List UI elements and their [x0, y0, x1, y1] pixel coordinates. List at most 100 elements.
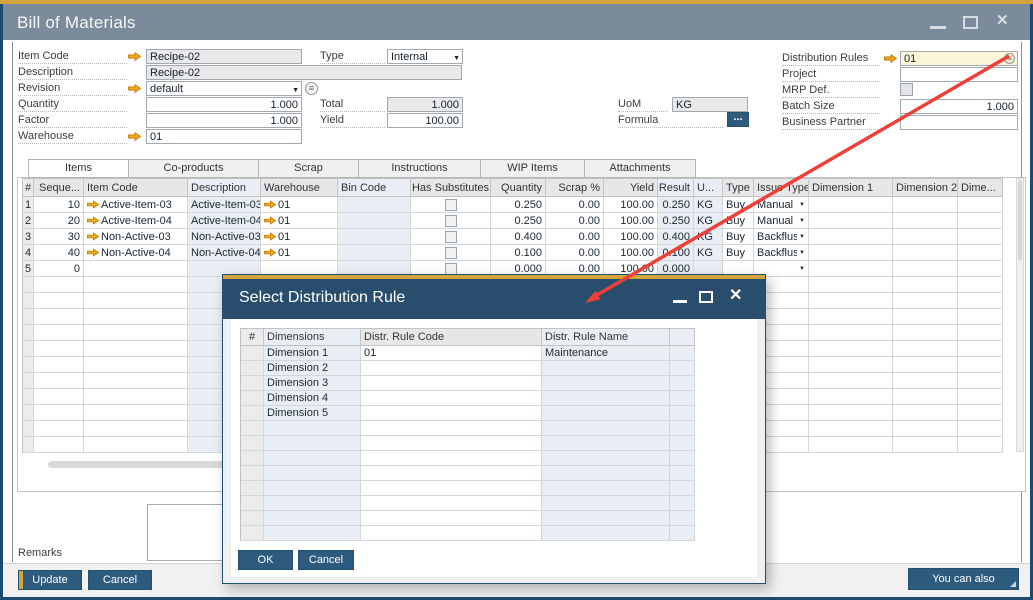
- row-number-cell[interactable]: [23, 421, 34, 437]
- extra-cell[interactable]: [670, 361, 695, 376]
- row-number-cell[interactable]: [241, 376, 264, 391]
- sequence-cell[interactable]: [34, 389, 84, 405]
- table-row[interactable]: [241, 511, 695, 526]
- dimensions-cell[interactable]: [264, 466, 361, 481]
- type-cell[interactable]: Buy: [723, 213, 754, 229]
- row-number-cell[interactable]: 5: [23, 261, 34, 277]
- mrp-def-checkbox[interactable]: [900, 83, 913, 96]
- sequence-cell[interactable]: [34, 437, 84, 453]
- maximize-icon[interactable]: [699, 291, 713, 303]
- rule-code-cell[interactable]: [361, 451, 542, 466]
- type-cell[interactable]: Buy: [723, 229, 754, 245]
- sequence-cell[interactable]: [34, 421, 84, 437]
- row-number-cell[interactable]: [23, 405, 34, 421]
- rule-code-cell[interactable]: [361, 421, 542, 436]
- edit-list-icon[interactable]: ≡: [305, 82, 318, 95]
- selection-list-icon[interactable]: ≡: [1004, 53, 1015, 64]
- item-code-cell[interactable]: Active-Item-03: [84, 197, 188, 213]
- item-code-cell[interactable]: [84, 309, 188, 325]
- cancel-button[interactable]: Cancel: [88, 570, 152, 590]
- bin-code-cell[interactable]: [338, 213, 411, 229]
- tab-items[interactable]: Items: [28, 159, 129, 178]
- item-code-field[interactable]: Recipe-02: [146, 49, 302, 64]
- issue-type-cell[interactable]: Backflush▼: [754, 245, 809, 261]
- batch-size-field[interactable]: 1.000: [900, 99, 1018, 114]
- item-code-cell[interactable]: [84, 389, 188, 405]
- row-number-cell[interactable]: 1: [23, 197, 34, 213]
- rule-name-cell[interactable]: [542, 361, 670, 376]
- item-code-cell[interactable]: [84, 325, 188, 341]
- extra-cell[interactable]: [670, 511, 695, 526]
- link-arrow-icon[interactable]: [128, 84, 141, 93]
- dialog-cancel-button[interactable]: Cancel: [298, 550, 354, 570]
- type-cell[interactable]: Buy: [723, 245, 754, 261]
- rule-code-cell[interactable]: [361, 361, 542, 376]
- formula-button[interactable]: ...: [727, 112, 749, 127]
- row-number-cell[interactable]: [241, 406, 264, 421]
- item-code-cell[interactable]: Non-Active-03: [84, 229, 188, 245]
- extra-cell[interactable]: [670, 376, 695, 391]
- dimensions-cell[interactable]: [264, 526, 361, 541]
- rule-name-cell[interactable]: [542, 406, 670, 421]
- factor-field[interactable]: 1.000: [146, 113, 302, 128]
- rule-name-cell[interactable]: [542, 451, 670, 466]
- table-row[interactable]: 110Active-Item-03Active-Item-03010.2500.…: [23, 197, 1003, 213]
- sequence-cell[interactable]: [34, 325, 84, 341]
- dimensions-cell[interactable]: Dimension 5: [264, 406, 361, 421]
- dimensions-cell[interactable]: Dimension 1: [264, 346, 361, 361]
- extra-cell[interactable]: [670, 451, 695, 466]
- warehouse-cell[interactable]: 01: [261, 229, 338, 245]
- sequence-cell[interactable]: [34, 373, 84, 389]
- rule-name-cell[interactable]: [542, 511, 670, 526]
- link-arrow-icon[interactable]: [128, 132, 141, 141]
- result-cell[interactable]: 0.250: [658, 197, 694, 213]
- dimension1-cell[interactable]: [809, 197, 893, 213]
- dimension1-cell[interactable]: [809, 389, 893, 405]
- dropdown-arrow-icon[interactable]: ▼: [799, 202, 805, 208]
- has-substitutes-cell[interactable]: [411, 245, 491, 261]
- business-partner-field[interactable]: [900, 115, 1018, 130]
- dimension3-cell[interactable]: [958, 325, 1003, 341]
- extra-cell[interactable]: [670, 391, 695, 406]
- row-number-cell[interactable]: [241, 361, 264, 376]
- link-arrow-icon[interactable]: [128, 52, 141, 61]
- table-row[interactable]: [241, 436, 695, 451]
- rule-code-cell[interactable]: [361, 481, 542, 496]
- dimension1-cell[interactable]: [809, 325, 893, 341]
- warehouse-cell[interactable]: 01: [261, 197, 338, 213]
- sequence-cell[interactable]: [34, 309, 84, 325]
- link-arrow-icon[interactable]: [264, 232, 276, 241]
- extra-cell[interactable]: [670, 346, 695, 361]
- uom-cell[interactable]: KG: [694, 213, 723, 229]
- link-arrow-icon[interactable]: [87, 216, 99, 225]
- scrap-cell[interactable]: 0.00: [546, 229, 604, 245]
- dimensions-cell[interactable]: [264, 511, 361, 526]
- link-arrow-icon[interactable]: [264, 200, 276, 209]
- dimensions-cell[interactable]: [264, 496, 361, 511]
- row-number-cell[interactable]: [241, 466, 264, 481]
- close-icon[interactable]: ✕: [996, 13, 1009, 28]
- link-arrow-icon[interactable]: [884, 54, 897, 63]
- extra-cell[interactable]: [670, 421, 695, 436]
- has-substitutes-cell[interactable]: [411, 229, 491, 245]
- row-number-cell[interactable]: [241, 511, 264, 526]
- row-number-cell[interactable]: [23, 325, 34, 341]
- sequence-cell[interactable]: [34, 357, 84, 373]
- row-number-cell[interactable]: [23, 341, 34, 357]
- uom-cell[interactable]: KG: [694, 245, 723, 261]
- row-number-cell[interactable]: [241, 496, 264, 511]
- dimension3-cell[interactable]: [958, 437, 1003, 453]
- row-number-cell[interactable]: [23, 309, 34, 325]
- table-row[interactable]: 220Active-Item-04Active-Item-04010.2500.…: [23, 213, 1003, 229]
- table-row[interactable]: [241, 466, 695, 481]
- has-substitutes-cell[interactable]: [411, 213, 491, 229]
- dimension2-cell[interactable]: [893, 197, 958, 213]
- result-cell[interactable]: 0.100: [658, 245, 694, 261]
- dimension2-cell[interactable]: [893, 229, 958, 245]
- dimensions-cell[interactable]: [264, 436, 361, 451]
- table-row[interactable]: Dimension 4: [241, 391, 695, 406]
- rule-code-cell[interactable]: [361, 466, 542, 481]
- type-dropdown[interactable]: Internal ▼: [387, 49, 463, 64]
- dimension2-cell[interactable]: [893, 277, 958, 293]
- uom-cell[interactable]: KG: [694, 229, 723, 245]
